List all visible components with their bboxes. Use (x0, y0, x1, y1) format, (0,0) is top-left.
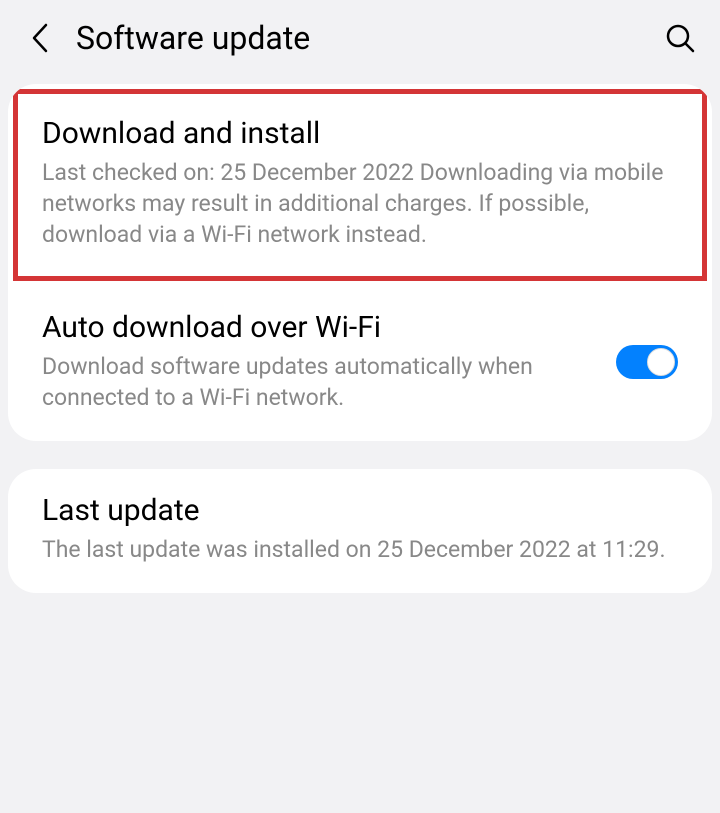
settings-card-main: Download and install Last checked on: 25… (8, 84, 712, 441)
auto-download-row[interactable]: Auto download over Wi-Fi Download softwa… (8, 286, 712, 441)
chevron-left-icon (30, 22, 50, 54)
last-update-desc: The last update was installed on 25 Dece… (42, 534, 678, 565)
auto-download-desc: Download software updates automatically … (42, 351, 596, 413)
header: Software update (0, 0, 720, 76)
last-update-row[interactable]: Last update The last update was installe… (8, 469, 712, 593)
auto-download-toggle[interactable] (616, 345, 678, 379)
last-update-title: Last update (42, 493, 678, 528)
search-button[interactable] (660, 18, 700, 58)
page-title: Software update (76, 19, 660, 57)
download-install-row[interactable]: Download and install Last checked on: 25… (8, 84, 712, 286)
search-icon (665, 23, 695, 53)
toggle-knob (647, 348, 675, 376)
back-button[interactable] (20, 18, 60, 58)
settings-card-last-update: Last update The last update was installe… (8, 469, 712, 593)
auto-download-title: Auto download over Wi-Fi (42, 310, 596, 345)
download-install-title: Download and install (42, 116, 678, 151)
download-install-desc: Last checked on: 25 December 2022 Downlo… (42, 157, 678, 250)
